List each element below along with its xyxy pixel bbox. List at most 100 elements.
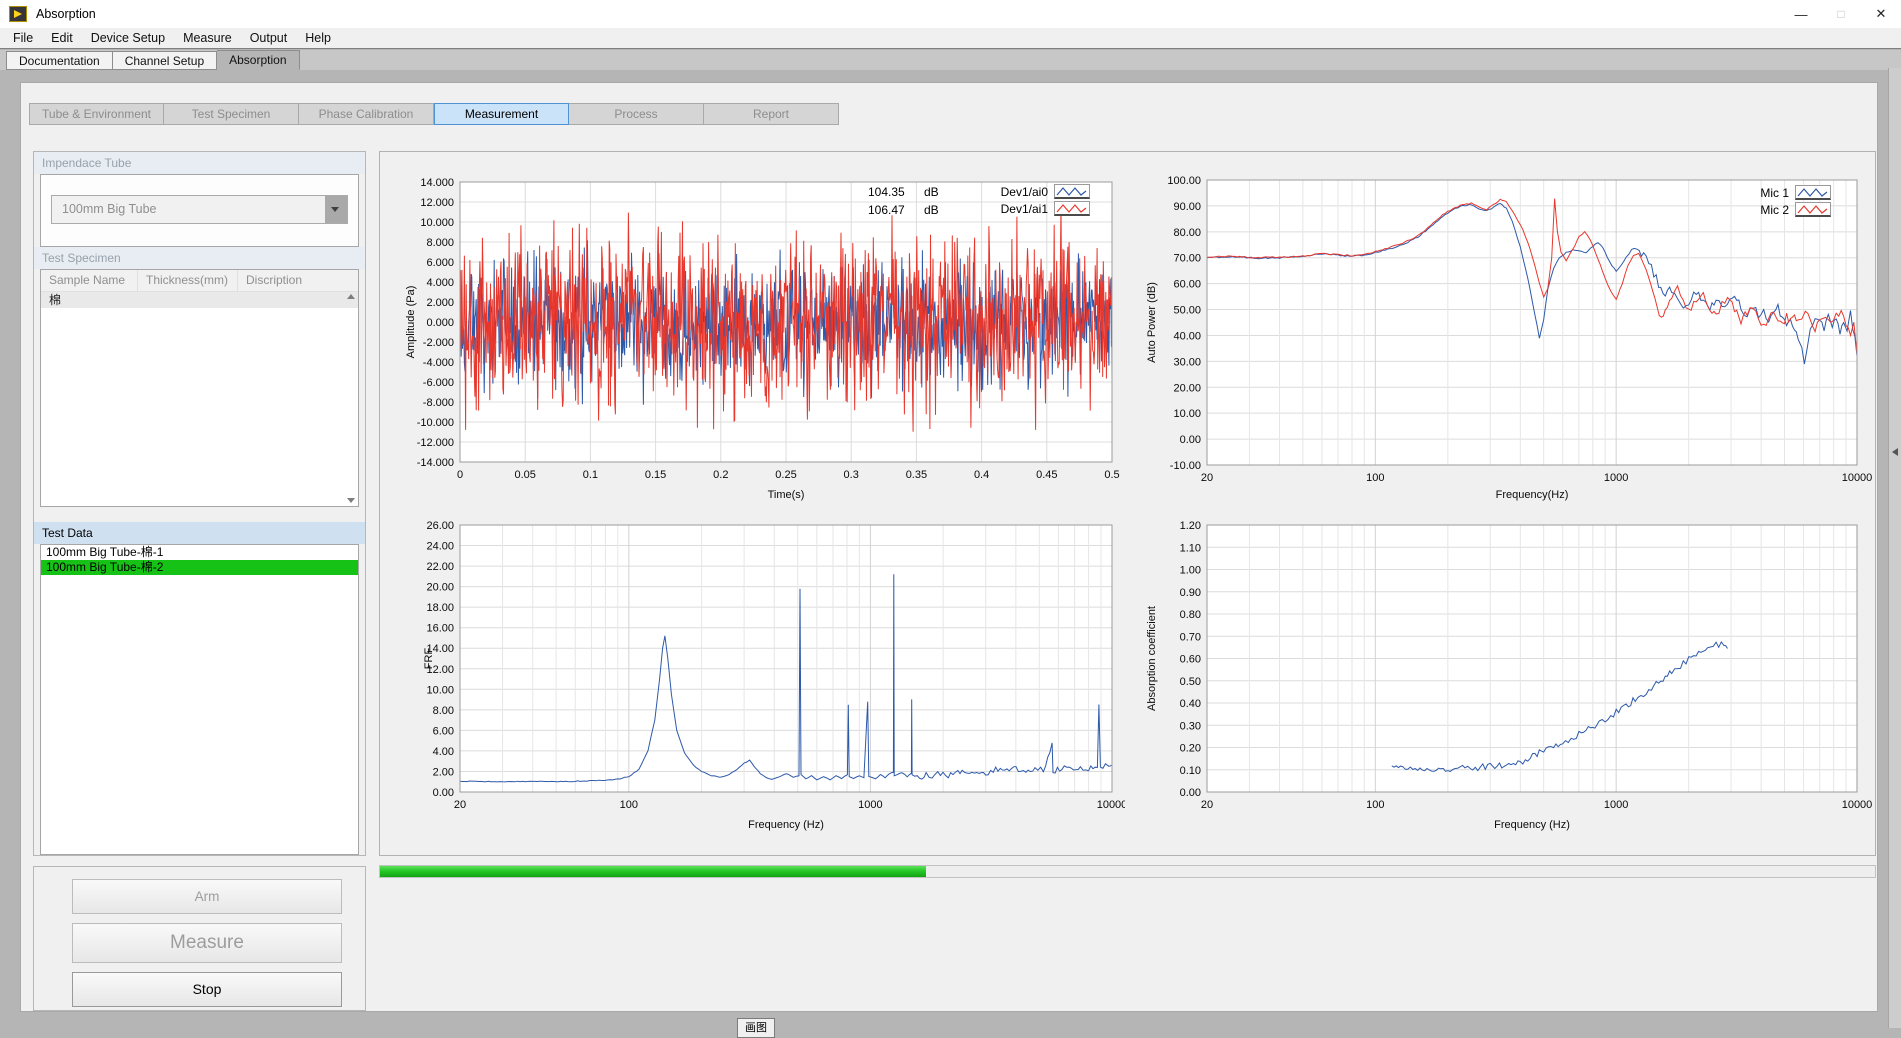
- specimen-column-sample-name: Sample Name: [41, 270, 137, 291]
- main-tabstrip: DocumentationChannel SetupAbsorption: [0, 50, 1901, 70]
- absorption-page-panel: Tube & EnvironmentTest SpecimenPhase Cal…: [20, 82, 1878, 1012]
- svg-text:26.00: 26.00: [426, 520, 454, 532]
- arm-button[interactable]: Arm: [72, 879, 342, 914]
- scroll-down-icon[interactable]: [347, 498, 355, 503]
- svg-text:1.20: 1.20: [1180, 520, 1201, 532]
- svg-text:20: 20: [1201, 472, 1213, 484]
- svg-text:0.20: 0.20: [1180, 743, 1201, 755]
- svg-text:100: 100: [1366, 799, 1384, 811]
- svg-text:10000: 10000: [1097, 799, 1125, 811]
- legend-label: Dev1/ai1: [1001, 202, 1048, 216]
- menu-item-measure[interactable]: Measure: [174, 28, 241, 48]
- actions-panel: Arm Measure Stop: [33, 866, 366, 1011]
- svg-text:0.2: 0.2: [713, 469, 728, 481]
- svg-text:0: 0: [457, 469, 463, 481]
- subtab-tube-environment[interactable]: Tube & Environment: [29, 103, 164, 125]
- menu-item-help[interactable]: Help: [296, 28, 340, 48]
- legend-item-mic-2[interactable]: Mic 2: [1711, 201, 1831, 218]
- right-scrollbar[interactable]: [1888, 68, 1901, 1028]
- svg-text:0.10: 0.10: [1180, 765, 1201, 777]
- svg-text:0.25: 0.25: [775, 469, 796, 481]
- waveform-legend-icon: [1795, 185, 1831, 200]
- menu-item-file[interactable]: File: [4, 28, 42, 48]
- svg-text:1000: 1000: [1604, 799, 1628, 811]
- svg-text:16.00: 16.00: [426, 623, 454, 635]
- svg-text:10000: 10000: [1842, 799, 1873, 811]
- svg-text:0.45: 0.45: [1036, 469, 1057, 481]
- test-data-list[interactable]: 100mm Big Tube-棉-1100mm Big Tube-棉-2: [40, 544, 359, 855]
- app-icon: [9, 6, 27, 22]
- impedance-tube-value: 100mm Big Tube: [62, 202, 157, 216]
- legend-label: Dev1/ai0: [1001, 185, 1048, 199]
- svg-text:0.000: 0.000: [426, 317, 454, 329]
- subtab-measurement[interactable]: Measurement: [434, 103, 569, 125]
- legend-label: Mic 1: [1760, 186, 1789, 200]
- close-button[interactable]: ✕: [1861, 0, 1901, 28]
- subtab-report[interactable]: Report: [704, 103, 839, 125]
- svg-text:0.15: 0.15: [645, 469, 666, 481]
- svg-text:1000: 1000: [1604, 472, 1628, 484]
- menu-item-device-setup[interactable]: Device Setup: [82, 28, 174, 48]
- svg-text:0.05: 0.05: [514, 469, 535, 481]
- legend-item-dev1-ai1[interactable]: Dev1/ai1: [936, 200, 1090, 217]
- scroll-up-icon[interactable]: [347, 294, 355, 299]
- subtab-test-specimen[interactable]: Test Specimen: [164, 103, 299, 125]
- svg-text:0.70: 0.70: [1180, 631, 1201, 643]
- impedance-tube-group: 100mm Big Tube: [40, 174, 359, 247]
- svg-text:Absorption coefficient: Absorption coefficient: [1146, 606, 1158, 711]
- subtab-phase-calibration[interactable]: Phase Calibration: [299, 103, 434, 125]
- tab-documentation[interactable]: Documentation: [6, 51, 113, 70]
- titlebar: Absorption — □ ✕: [0, 0, 1901, 28]
- test-data-item-2[interactable]: 100mm Big Tube-棉-2: [41, 560, 358, 575]
- bottom-tab-draw[interactable]: 画图: [737, 1018, 775, 1038]
- specimen-column-thickness-mm: Thickness(mm): [137, 270, 237, 291]
- stop-button[interactable]: Stop: [72, 972, 342, 1007]
- signal-level-readouts: 104.35dB106.47dB: [868, 183, 939, 219]
- legend-item-dev1-ai0[interactable]: Dev1/ai0: [936, 183, 1090, 200]
- tab-absorption[interactable]: Absorption: [217, 50, 299, 70]
- svg-text:10.00: 10.00: [1173, 408, 1201, 420]
- svg-text:20: 20: [454, 799, 466, 811]
- svg-text:70.00: 70.00: [1173, 253, 1201, 265]
- plot-legend: Mic 1Mic 2: [1711, 184, 1831, 218]
- menu-item-edit[interactable]: Edit: [42, 28, 82, 48]
- svg-text:0.1: 0.1: [583, 469, 598, 481]
- svg-text:30.00: 30.00: [1173, 356, 1201, 368]
- svg-text:-12.000: -12.000: [417, 437, 454, 449]
- svg-text:2.00: 2.00: [433, 766, 454, 778]
- specimen-cell: [237, 292, 358, 308]
- chevron-left-icon[interactable]: [1892, 448, 1898, 456]
- readout-value: 104.35: [868, 185, 914, 199]
- svg-text:-10.00: -10.00: [1170, 460, 1201, 472]
- waveform-legend-icon: [1795, 202, 1831, 217]
- svg-text:1.10: 1.10: [1180, 542, 1201, 554]
- impedance-tube-header: Impendace Tube: [34, 152, 365, 174]
- svg-text:1.00: 1.00: [1180, 565, 1201, 577]
- subtab-process[interactable]: Process: [569, 103, 704, 125]
- svg-text:0.90: 0.90: [1180, 587, 1201, 599]
- charts-area: 14.00012.00010.0008.0006.0004.0002.0000.…: [379, 151, 1876, 856]
- chart-frf: 26.0024.0022.0020.0018.0016.0014.0012.00…: [380, 497, 1125, 842]
- svg-text:0.35: 0.35: [906, 469, 927, 481]
- menu-item-output[interactable]: Output: [241, 28, 297, 48]
- svg-text:0.00: 0.00: [433, 787, 454, 799]
- specimen-row[interactable]: 棉: [41, 292, 358, 308]
- measure-button[interactable]: Measure: [72, 923, 342, 963]
- svg-text:-10.000: -10.000: [417, 417, 454, 429]
- svg-text:40.00: 40.00: [1173, 330, 1201, 342]
- maximize-button[interactable]: □: [1821, 0, 1861, 28]
- specimen-table[interactable]: Sample NameThickness(mm)Discription 棉: [40, 269, 359, 507]
- svg-text:20.00: 20.00: [426, 582, 454, 594]
- impedance-tube-select[interactable]: 100mm Big Tube: [51, 195, 348, 224]
- minimize-button[interactable]: —: [1781, 0, 1821, 28]
- window-title: Absorption: [36, 7, 96, 21]
- legend-item-mic-1[interactable]: Mic 1: [1711, 184, 1831, 201]
- svg-text:24.00: 24.00: [426, 541, 454, 553]
- chevron-down-icon[interactable]: [325, 196, 347, 223]
- svg-text:20.00: 20.00: [1173, 382, 1201, 394]
- svg-text:Amplitude (Pa): Amplitude (Pa): [405, 286, 417, 359]
- test-specimen-header: Test Specimen: [34, 247, 365, 269]
- test-data-item-1[interactable]: 100mm Big Tube-棉-1: [41, 545, 358, 560]
- svg-text:-2.000: -2.000: [423, 337, 454, 349]
- tab-channel-setup[interactable]: Channel Setup: [113, 51, 217, 70]
